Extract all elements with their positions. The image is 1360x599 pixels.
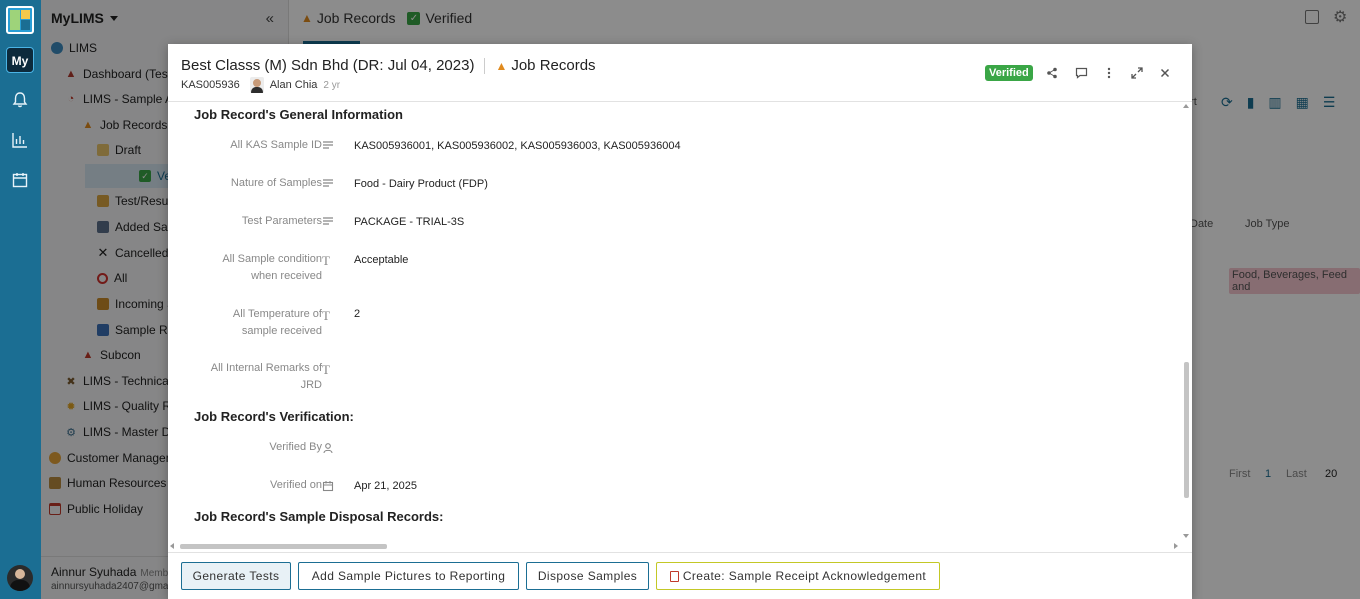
verified-on-label: Verified on [270,479,322,491]
nature-label: Nature of Samples [230,177,322,189]
user-avatar[interactable] [7,565,33,591]
record-title: Best Classs (M) Sdn Bhd (DR: Jul 04, 202… [181,57,475,74]
condition-label-line-1: All Sample condition [222,253,322,265]
owner-avatar [249,77,264,93]
vertical-scrollbar[interactable] [1181,103,1191,585]
temperature-label: All Temperature of sample received [180,306,322,340]
test-parameters-value[interactable]: PACKAGE - TRIAL-3S [354,216,464,228]
app-rail: My [0,0,41,599]
section-verification: Job Record's Verification: [194,409,354,424]
document-icon [669,570,679,582]
job-records-icon: ▲ [495,58,508,73]
app-name[interactable]: Job Records [511,57,595,74]
section-disposal: Job Record's Sample Disposal Records: [194,509,444,524]
verified-by-label: Verified By [269,441,322,453]
section-general-info: Job Record's General Information [194,107,403,122]
create-receipt-button[interactable]: Create: Sample Receipt Acknowledgement [656,562,940,590]
temperature-label-line-1: All Temperature of [232,308,322,320]
share-icon[interactable] [1044,65,1060,81]
text-type-icon: T [322,362,330,377]
condition-label: All Sample condition when received [180,251,322,285]
horizontal-scroll-thumb[interactable] [180,544,387,549]
dispose-samples-button[interactable]: Dispose Samples [526,562,649,590]
scroll-left-icon[interactable] [170,543,174,549]
my-app-button[interactable]: My [6,47,34,73]
comment-icon[interactable] [1073,65,1089,81]
record-id: KAS005936 [181,79,240,91]
add-sample-pictures-button[interactable]: Add Sample Pictures to Reporting [298,562,519,590]
condition-value[interactable]: Acceptable [354,254,408,266]
text-type-icon: T [322,308,330,323]
remarks-label: All Internal Remarks of JRD [180,360,322,394]
app-logo[interactable] [6,6,34,34]
verified-on-value[interactable]: Apr 21, 2025 [354,480,417,492]
text-lines-icon [323,179,333,187]
generate-tests-button[interactable]: Generate Tests [181,562,291,590]
remarks-label-line-2: JRD [300,379,322,391]
test-parameters-label: Test Parameters [241,215,322,227]
condition-label-line-2: when received [251,270,322,282]
bell-icon[interactable] [10,90,30,110]
scroll-right-icon[interactable] [1174,543,1178,549]
chart-icon[interactable] [10,130,30,150]
temperature-label-line-2: sample received [241,325,322,337]
owner-name[interactable]: Alan Chia [270,79,318,91]
record-age: 2 yr [323,79,341,91]
record-meta: KAS005936 Alan Chia 2 yr [181,77,340,93]
text-lines-icon [323,217,333,225]
horizontal-scrollbar[interactable] [168,541,1180,551]
sample-id-value[interactable]: KAS005936001, KAS005936002, KAS005936003… [354,140,681,152]
modal-body: Job Record's General Information All KAS… [180,103,1169,585]
scroll-up-icon[interactable] [1183,104,1189,108]
text-lines-icon [323,141,333,149]
job-record-modal: Best Classs (M) Sdn Bhd (DR: Jul 04, 202… [168,44,1192,599]
scroll-down-icon[interactable] [1183,534,1189,538]
user-icon [323,443,333,454]
modal-footer: Generate Tests Add Sample Pictures to Re… [168,552,1192,599]
calendar-icon [322,481,334,492]
vertical-scroll-thumb[interactable] [1184,362,1189,498]
close-icon[interactable] [1157,65,1173,81]
more-vertical-icon[interactable] [1101,65,1117,81]
modal-header: Best Classs (M) Sdn Bhd (DR: Jul 04, 202… [168,44,1192,102]
expand-icon[interactable] [1129,65,1145,81]
calendar-icon[interactable] [10,170,30,190]
nature-value[interactable]: Food - Dairy Product (FDP) [354,178,488,190]
create-receipt-label: Create: Sample Receipt Acknowledgement [682,569,927,583]
text-type-icon: T [322,253,330,268]
modal-title: Best Classs (M) Sdn Bhd (DR: Jul 04, 202… [181,57,596,74]
status-badge: Verified [985,65,1033,81]
remarks-label-line-1: All Internal Remarks of [210,362,322,374]
sample-id-label: All KAS Sample ID [230,139,322,151]
temperature-value[interactable]: 2 [354,308,360,320]
